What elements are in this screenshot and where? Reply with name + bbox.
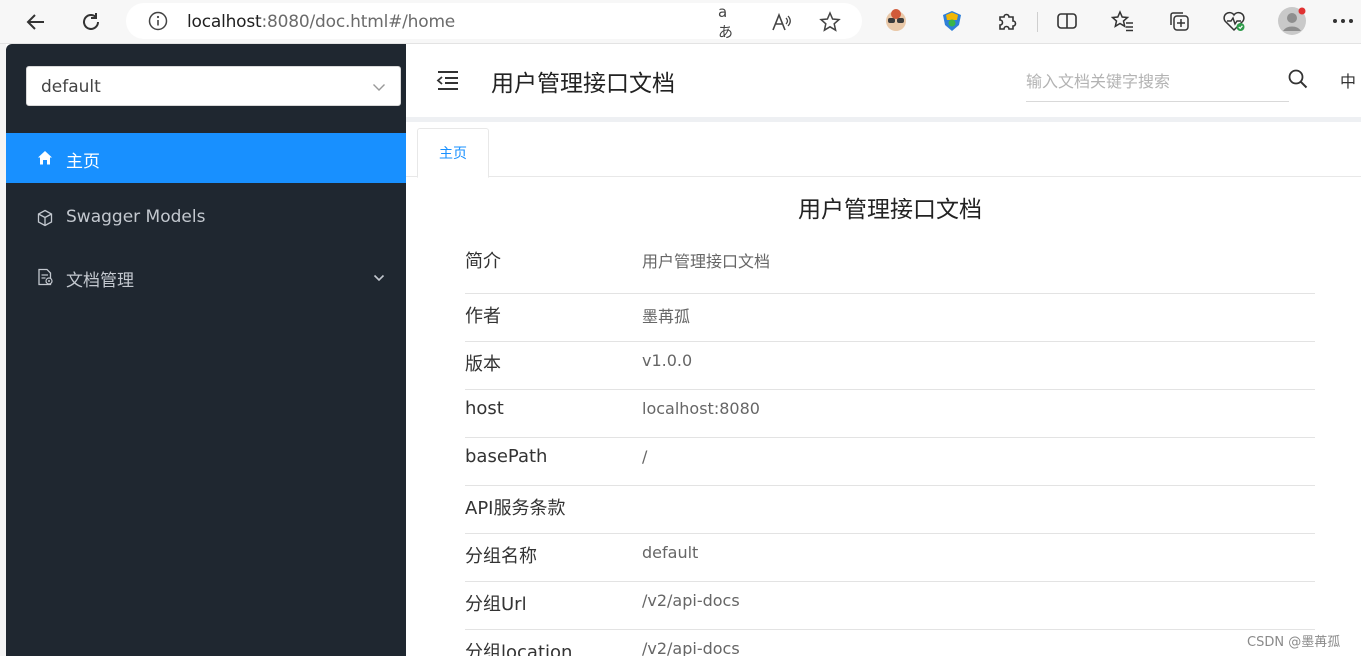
table-row: API服务条款 [465,486,1315,534]
address-bar[interactable]: localhost:8080/doc.html#/home aあ [126,3,862,41]
refresh-icon[interactable] [75,6,107,38]
group-select[interactable]: default [26,66,401,106]
row-key: 简介 [465,251,501,272]
search-icon[interactable] [1288,69,1308,93]
table-row: 分组名称 default [465,534,1315,582]
table-row: 版本 v1.0.0 [465,342,1315,390]
url-text[interactable]: localhost:8080/doc.html#/home [187,12,455,32]
back-icon[interactable] [20,6,52,38]
chevron-down-icon[interactable] [372,270,386,290]
row-key: 分组名称 [465,546,537,567]
table-row: 作者 墨苒孤 [465,294,1315,342]
row-key: API服务条款 [465,498,566,519]
main-header: 用户管理接口文档 中 [406,44,1361,118]
profile-avatar-icon[interactable] [1277,6,1307,36]
search-field [1026,64,1289,102]
group-select-value: default [41,77,101,97]
content-title: 用户管理接口文档 [798,197,982,223]
row-value: /v2/api-docs [642,591,740,610]
translate-icon[interactable]: aあ [718,3,740,41]
row-value: default [642,543,699,562]
home-icon [36,149,54,167]
table-row: 分组Url /v2/api-docs [465,582,1315,630]
sidebar-item-label: 主页 [66,152,100,172]
favorites-icon[interactable] [1110,8,1136,34]
split-screen-icon[interactable] [1054,8,1080,34]
sidebar-item-swagger-models[interactable]: Swagger Models [6,193,406,243]
browser-essentials-icon[interactable] [1221,8,1247,34]
tab-home[interactable]: 主页 [417,128,489,178]
collections-icon[interactable] [1166,8,1192,34]
table-row: basePath / [465,438,1315,486]
toolbar-separator [1037,12,1038,32]
search-input[interactable] [1026,66,1281,96]
menu-fold-icon[interactable] [436,70,460,94]
table-row: host localhost:8080 [465,390,1315,438]
sidebar-item-doc-manage[interactable]: 文档管理 [6,252,406,302]
tab-bar: 主页 [406,122,1361,178]
row-value: 用户管理接口文档 [642,252,771,271]
table-row: 分组location /v2/api-docs [465,630,1315,656]
row-value: 墨苒孤 [642,307,691,326]
sidebar-item-label: 文档管理 [66,271,134,291]
page-title: 用户管理接口文档 [491,71,675,97]
extensions-puzzle-icon[interactable] [994,8,1020,34]
row-value: v1.0.0 [642,351,693,370]
models-icon [36,209,54,227]
doc-manage-icon [36,268,54,286]
row-value: /v2/api-docs [642,639,740,656]
more-icon[interactable] [1330,8,1356,34]
row-key: 分组location [465,642,573,656]
row-key: 作者 [465,306,501,327]
extension-shield-icon[interactable] [939,8,965,34]
row-value: localhost:8080 [642,399,760,418]
doc-info-table: 简介 用户管理接口文档 作者 墨苒孤 版本 v1.0.0 host localh… [465,234,1315,656]
row-key: host [465,398,504,419]
read-aloud-icon[interactable] [771,11,793,33]
info-icon[interactable] [148,11,168,35]
extension-avatar-icon[interactable] [883,8,909,34]
sidebar-item-home[interactable]: 主页 [6,133,406,183]
sidebar: default 主页 Swagger Models 文档管理 [6,44,406,656]
row-value: / [642,447,648,466]
sidebar-item-label: Swagger Models [66,207,206,227]
row-key: 分组Url [465,594,527,615]
tab-label: 主页 [439,146,467,162]
row-key: 版本 [465,354,501,375]
watermark: CSDN @墨苒孤 [1247,635,1341,650]
chevron-down-icon [372,79,386,98]
table-row: 简介 用户管理接口文档 [465,234,1315,294]
browser-toolbar: localhost:8080/doc.html#/home aあ [0,0,1361,44]
home-content: 用户管理接口文档 简介 用户管理接口文档 作者 墨苒孤 版本 v1.0.0 ho… [406,178,1361,656]
favorite-star-icon[interactable] [819,11,841,33]
language-toggle[interactable]: 中 [1340,68,1356,92]
row-key: basePath [465,446,548,467]
